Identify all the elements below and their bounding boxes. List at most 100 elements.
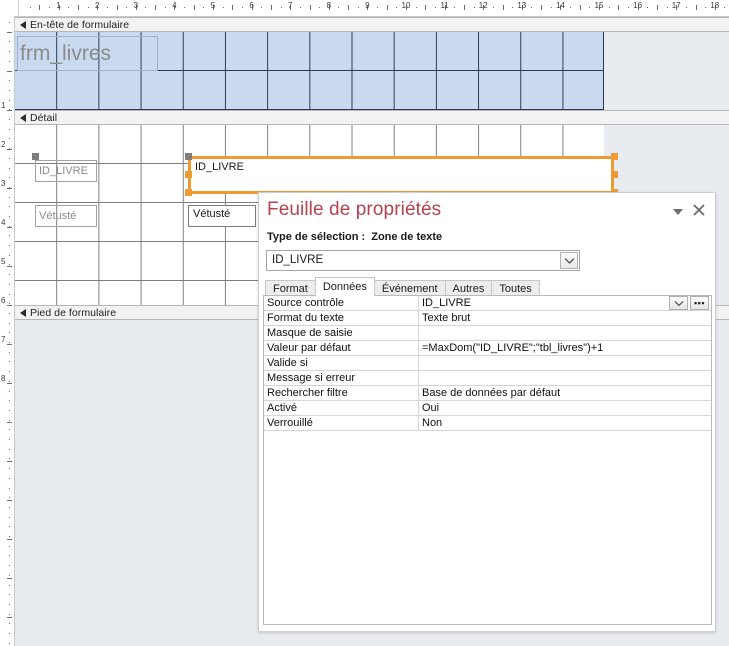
ruler-minor-tick: [415, 7, 417, 8]
property-row[interactable]: Source contrôle ID_LIVRE ▪▪▪: [264, 296, 711, 311]
property-name: Activé: [264, 401, 419, 415]
ruler-minor-tick: [357, 7, 359, 8]
property-name: Format du texte: [264, 311, 419, 325]
ruler-minor-tick: [9, 22, 10, 23]
tab-format[interactable]: Format: [265, 280, 316, 296]
property-row[interactable]: Activé Oui: [264, 401, 711, 416]
control-form-title-label[interactable]: frm_livres: [17, 36, 158, 71]
chevron-down-icon[interactable]: [560, 252, 578, 269]
section-body-form-header[interactable]: frm_livres: [15, 32, 729, 110]
property-row[interactable]: Rechercher filtre Base de données par déf…: [264, 386, 711, 401]
ruler-minor-tick: [9, 80, 10, 81]
ruler-minor-tick: [9, 235, 10, 236]
ruler-minor-tick: [9, 478, 10, 479]
property-value[interactable]: ID_LIVRE: [419, 296, 711, 310]
ruler-minor-tick: [618, 5, 620, 10]
property-value[interactable]: [419, 326, 711, 340]
control-vetuste-textbox[interactable]: Vétusté: [188, 205, 256, 227]
vertical-ruler[interactable]: 1 2 3 4 5 6 7 8: [0, 16, 15, 646]
property-value[interactable]: Non: [419, 416, 711, 430]
resize-handle-top-right[interactable]: [611, 153, 618, 160]
builder-button[interactable]: ▪▪▪: [690, 296, 709, 310]
property-grid[interactable]: Source contrôle ID_LIVRE ▪▪▪ Format du text…: [263, 295, 712, 625]
property-name: Message si erreur: [264, 371, 419, 385]
section-bar-form-header[interactable]: En-tête de formulaire: [15, 17, 729, 32]
horizontal-ruler[interactable]: 1 2 3 4 5 6 7 8 9 10 11 12 13 14 15 16 17 18: [0, 0, 729, 17]
ruler-minor-tick: [193, 5, 195, 10]
property-row[interactable]: Format du texte Texte brut: [264, 311, 711, 326]
tab-toutes[interactable]: Toutes: [491, 280, 540, 296]
ruler-minor-tick: [29, 7, 31, 8]
collapse-triangle-icon[interactable]: [20, 308, 26, 317]
ruler-minor-tick: [9, 323, 10, 324]
control-handle-id-livre-textbox[interactable]: [185, 153, 192, 160]
control-vetuste-label[interactable]: Vétusté: [35, 205, 97, 227]
ruler-minor-tick: [9, 633, 10, 634]
resize-handle-left-middle[interactable]: [185, 171, 192, 178]
property-row[interactable]: Message si erreur: [264, 371, 711, 386]
resize-handle-bottom-left[interactable]: [185, 189, 192, 196]
ruler-number: 4: [1, 218, 6, 227]
ruler-minor-tick: [9, 497, 10, 498]
property-row[interactable]: Verrouillé Non: [264, 416, 711, 431]
ruler-minor-tick: [9, 332, 10, 333]
property-value[interactable]: Oui: [419, 401, 711, 415]
ruler-minor-tick: [9, 90, 10, 91]
ruler-minor-tick: [184, 7, 186, 8]
ruler-number: 14: [555, 1, 565, 10]
property-name: Masque de saisie: [264, 326, 419, 340]
resize-handle-right-middle[interactable]: [611, 171, 618, 178]
property-row[interactable]: Masque de saisie: [264, 326, 711, 341]
property-value[interactable]: Texte brut: [419, 311, 711, 325]
ruler-number: 3: [133, 1, 139, 10]
ruler-minor-tick: [9, 216, 10, 217]
ruler-minor-tick: [270, 5, 272, 10]
ruler-minor-tick: [9, 420, 10, 421]
property-value[interactable]: Base de données par défaut: [419, 386, 711, 400]
ruler-minor-tick: [39, 5, 41, 10]
ruler-minor-tick: [77, 5, 79, 10]
ruler-minor-tick: [9, 400, 10, 401]
ruler-minor-tick: [589, 7, 591, 8]
ruler-number: 1: [56, 1, 61, 10]
ruler-tick: [7, 110, 12, 111]
ruler-minor-tick: [145, 7, 147, 8]
property-name: Verrouillé: [264, 416, 419, 430]
ruler-number: 16: [633, 1, 643, 10]
control-handle-id-livre-label[interactable]: [32, 153, 39, 160]
property-value[interactable]: [419, 356, 711, 370]
tab-autres[interactable]: Autres: [444, 280, 493, 296]
ruler-minor-tick: [608, 7, 610, 8]
ruler-minor-tick: [9, 255, 10, 256]
ruler-minor-tick: [280, 7, 282, 8]
property-sheet-tabs[interactable]: Format Données Événement Autres Toutes: [265, 277, 585, 296]
object-selector-value: ID_LIVRE: [272, 254, 324, 266]
chevron-down-icon[interactable]: [669, 296, 688, 310]
object-selector-combobox[interactable]: ID_LIVRE: [266, 250, 580, 271]
ruler-tick: [7, 71, 12, 72]
close-icon[interactable]: [691, 202, 707, 218]
ruler-minor-tick: [222, 7, 224, 8]
ruler-minor-tick: [9, 439, 10, 440]
tab-donnes[interactable]: Données: [314, 277, 375, 296]
chevron-down-icon[interactable]: [671, 206, 685, 218]
ruler-minor-tick: [9, 517, 10, 518]
property-row[interactable]: Valide si: [264, 356, 711, 371]
collapse-triangle-icon[interactable]: [20, 20, 26, 29]
ruler-tick: [7, 617, 12, 618]
ruler-tick: [7, 305, 12, 306]
ruler-minor-tick: [9, 536, 10, 537]
control-id-livre-label[interactable]: ID_LIVRE: [35, 160, 97, 182]
ruler-minor-tick: [9, 526, 10, 527]
ruler-tick: [7, 461, 12, 462]
control-id-livre-textbox[interactable]: ID_LIVRE: [188, 156, 614, 194]
ruler-minor-tick: [9, 449, 10, 450]
property-value[interactable]: [419, 371, 711, 385]
section-bar-detail[interactable]: Détail: [15, 110, 729, 125]
tab-vnement[interactable]: Événement: [373, 280, 446, 296]
property-sheet-panel[interactable]: Feuille de propriétés Type de sélection …: [258, 192, 716, 632]
property-value[interactable]: =MaxDom("ID_LIVRE";"tbl_livres")+1: [419, 341, 711, 355]
property-name: Source contrôle: [264, 296, 419, 310]
property-row[interactable]: Valeur par défaut =MaxDom("ID_LIVRE";"tbl…: [264, 341, 711, 356]
collapse-triangle-icon[interactable]: [20, 113, 26, 122]
